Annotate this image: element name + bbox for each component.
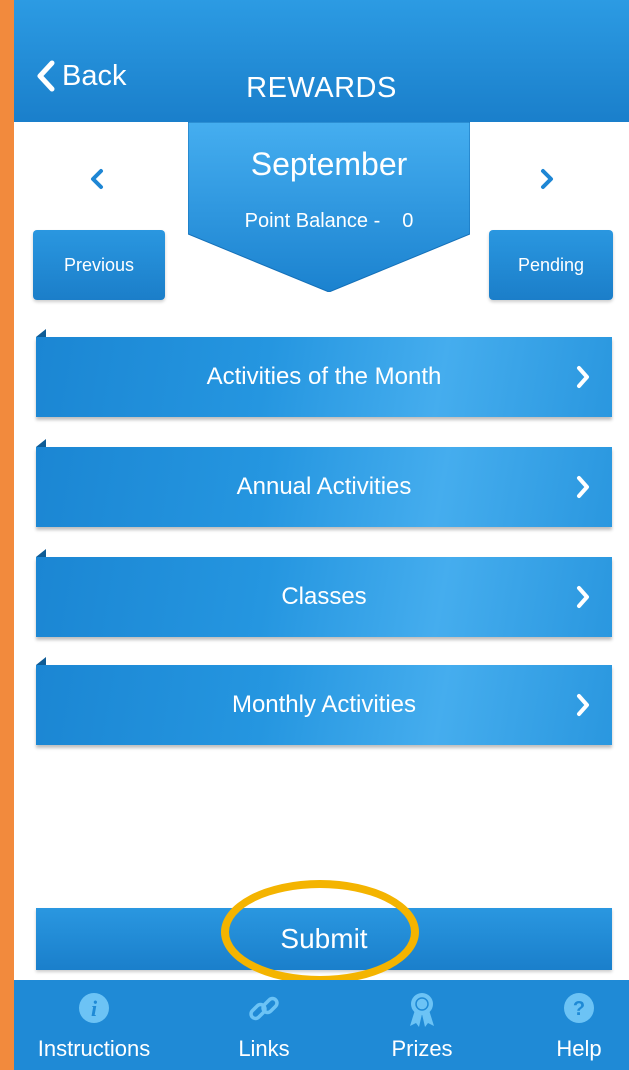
category-button-monthly-activities[interactable]: Monthly Activities — [36, 657, 612, 745]
tab-prizes[interactable]: Prizes — [372, 980, 472, 1070]
previous-button[interactable]: Previous — [33, 230, 165, 300]
pending-label: Pending — [517, 254, 585, 275]
category-label: Monthly Activities — [231, 691, 417, 718]
tab-help[interactable]: ? Help — [529, 980, 629, 1070]
chevron-right-icon — [577, 694, 589, 716]
submit-label: Submit — [280, 923, 368, 954]
month-name: September — [250, 146, 408, 182]
category-button-activities-of-the-month[interactable]: Activities of the Month — [36, 329, 612, 417]
app-screen: Back REWARDS September Point Balance - 0 — [14, 0, 629, 1070]
help-icon: ? — [564, 993, 594, 1023]
svg-text:?: ? — [573, 998, 585, 1020]
category-label: Activities of the Month — [206, 363, 442, 390]
ribbon-fold — [36, 549, 46, 557]
ribbon-icon — [410, 993, 434, 1027]
ribbon-fold — [36, 657, 46, 665]
header-bar: Back REWARDS — [14, 0, 629, 122]
previous-label: Previous — [63, 254, 135, 275]
category-label: Annual Activities — [236, 473, 412, 500]
tab-label: Instructions — [37, 1036, 151, 1061]
pending-button[interactable]: Pending — [489, 230, 613, 300]
chevron-left-icon — [91, 169, 103, 189]
tab-label: Prizes — [391, 1036, 453, 1061]
chevron-right-icon — [541, 169, 553, 189]
point-balance-value: 0 — [402, 210, 414, 232]
category-button-annual-activities[interactable]: Annual Activities — [36, 439, 612, 527]
link-icon — [249, 996, 279, 1021]
month-banner: September Point Balance - 0 — [188, 122, 470, 292]
info-icon: i — [79, 993, 109, 1023]
tab-bar: i Instructions Links Prizes ? Help — [14, 980, 629, 1070]
next-month-arrow[interactable] — [532, 164, 562, 194]
page-title: REWARDS — [246, 72, 397, 104]
point-balance: Point Balance - 0 — [188, 210, 470, 233]
submit-button[interactable]: Submit — [36, 908, 612, 970]
tab-links[interactable]: Links — [214, 980, 314, 1070]
tab-label: Help — [556, 1036, 602, 1061]
chevron-right-icon — [577, 476, 589, 498]
svg-text:i: i — [91, 996, 98, 1021]
tab-label: Links — [238, 1036, 290, 1061]
category-button-classes[interactable]: Classes — [36, 549, 612, 637]
previous-month-arrow[interactable] — [82, 164, 112, 194]
ribbon-fold — [36, 439, 46, 447]
chevron-right-icon — [577, 366, 589, 388]
category-label: Classes — [281, 583, 367, 610]
chevron-right-icon — [577, 586, 589, 608]
tab-instructions[interactable]: i Instructions — [14, 980, 174, 1070]
ribbon-fold — [36, 329, 46, 337]
point-balance-label: Point Balance - — [244, 210, 381, 232]
